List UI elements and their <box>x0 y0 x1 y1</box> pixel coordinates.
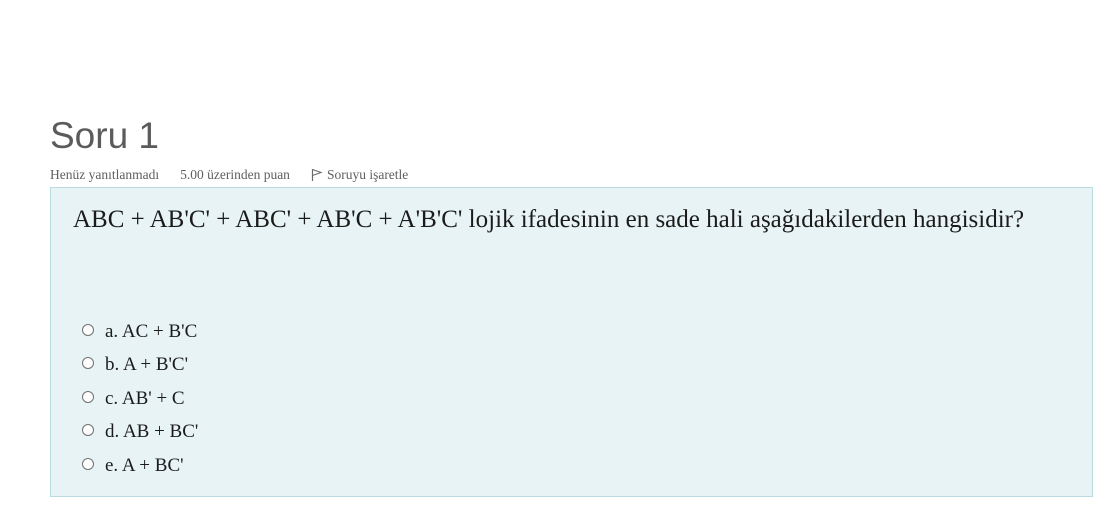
answer-option-a[interactable]: a. AC + B'C <box>82 315 198 349</box>
question-text: ABC + AB'C' + ABC' + AB'C + A'B'C' lojik… <box>73 206 1025 233</box>
question-grade: 5.00 üzerinden puan <box>180 167 290 182</box>
answer-label-d[interactable]: d. AB + BC' <box>105 421 198 443</box>
answer-label-c[interactable]: c. AB' + C <box>105 388 185 410</box>
answer-label-e[interactable]: e. A + BC' <box>105 455 184 477</box>
answer-option-b[interactable]: b. A + B'C' <box>82 349 198 383</box>
answer-radio-c[interactable] <box>82 390 94 403</box>
answer-status: Henüz yanıtlanmadı <box>50 167 160 182</box>
answer-option-e[interactable]: e. A + BC' <box>82 449 198 483</box>
answer-radio-b[interactable] <box>82 357 94 370</box>
flag-question-label: Soruyu işaretle <box>326 167 409 182</box>
question-content: ABC + AB'C' + ABC' + AB'C + A'B'C' lojik… <box>50 187 1093 497</box>
flag-icon <box>311 168 323 182</box>
question-title: Soru 1 <box>50 115 160 156</box>
answer-list: a. AC + B'C b. A + B'C' c. AB' + C d. AB… <box>82 315 198 483</box>
answer-radio-e[interactable] <box>82 457 94 470</box>
answer-radio-d[interactable] <box>82 424 94 437</box>
answer-label-a[interactable]: a. AC + B'C <box>105 321 197 343</box>
question-info: Henüz yanıtlanmadı 5.00 üzerinden puan S… <box>50 166 408 184</box>
answer-option-d[interactable]: d. AB + BC' <box>82 416 198 450</box>
answer-label-b[interactable]: b. A + B'C' <box>105 354 188 376</box>
answer-radio-a[interactable] <box>82 323 94 336</box>
answer-option-c[interactable]: c. AB' + C <box>82 382 198 416</box>
flag-question-link[interactable]: Soruyu işaretle <box>311 166 408 184</box>
